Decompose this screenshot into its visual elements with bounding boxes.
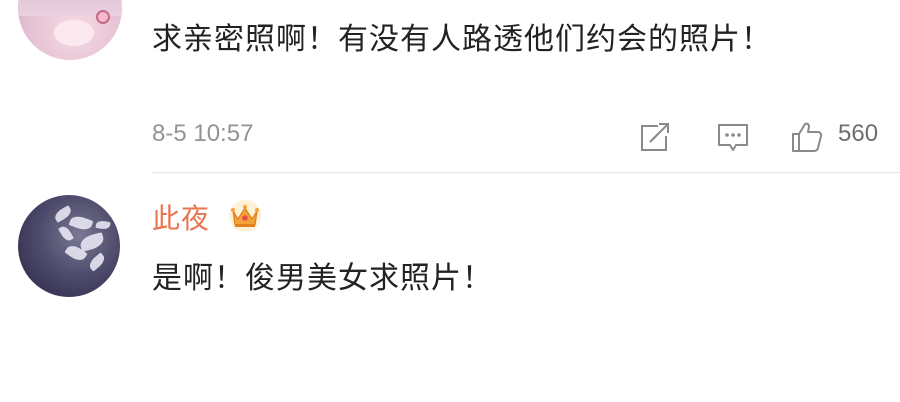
comment-reply-icon[interactable] xyxy=(716,120,750,154)
comment-text: 是啊！俊男美女求照片！ xyxy=(152,261,493,296)
avatar-face xyxy=(54,20,94,46)
comment-text: 求亲密照啊！有没有人路透他们约会的照片！ xyxy=(152,22,772,57)
username[interactable]: 此夜 xyxy=(152,197,210,237)
avatar-mouth xyxy=(96,10,110,24)
avatar-petal xyxy=(58,224,74,243)
comment-timestamp: 8-5 10:57 xyxy=(152,120,254,147)
comment-item: 此夜 是啊！俊男美女求照片！ xyxy=(0,173,900,402)
like-count[interactable]: 560 xyxy=(838,120,878,148)
avatar-petal xyxy=(78,232,106,252)
avatar[interactable] xyxy=(18,195,120,297)
crown-icon xyxy=(229,200,261,232)
avatar-petal xyxy=(68,213,94,233)
avatar-petal xyxy=(95,219,111,231)
comment-item: 求亲密照啊！有没有人路透他们约会的照片！ 8-5 10:57 560 xyxy=(0,0,900,173)
avatar[interactable] xyxy=(18,0,122,60)
avatar-petal xyxy=(86,252,108,272)
thumbs-up-icon[interactable] xyxy=(790,120,824,154)
share-icon[interactable] xyxy=(638,120,672,154)
